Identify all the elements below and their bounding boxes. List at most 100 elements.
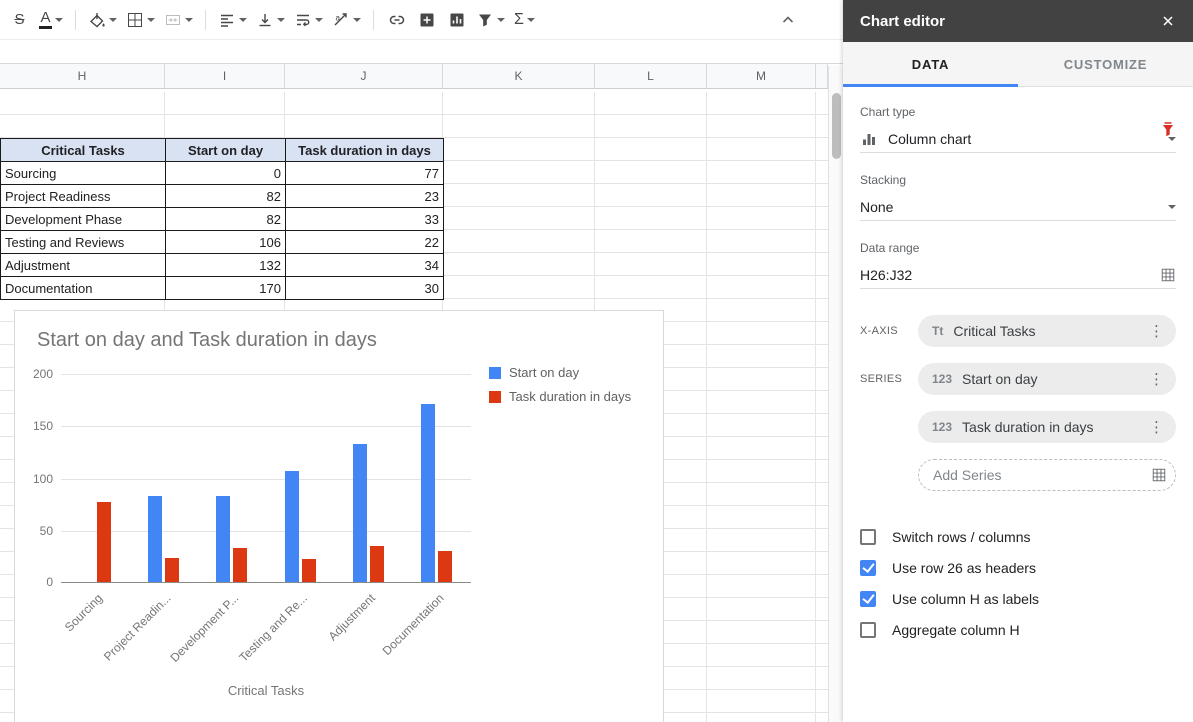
close-icon[interactable] [1160,13,1176,29]
x-axis-title: Critical Tasks [61,683,471,698]
chart-title: Start on day and Task duration in days [37,329,377,352]
collapse-toolbar-icon[interactable] [774,7,801,33]
checkbox[interactable] [860,622,876,638]
dropdown-caret [277,18,285,22]
embedded-chart[interactable]: Start on day and Task duration in days S… [14,310,664,722]
cell[interactable]: 77 [286,162,444,185]
y-tick-label: 0 [21,575,53,589]
dropdown-caret [55,18,63,22]
text-color-icon[interactable]: A [36,7,66,33]
checkbox-row[interactable]: Aggregate column H [860,614,1176,645]
bar-group [129,374,197,582]
column-header-H[interactable]: H [0,64,165,88]
chart-plot-area: 200150100500 [61,374,471,583]
column-header-I[interactable]: I [165,64,285,88]
series-section: SERIES123Start on day⋮ 123Task duration i… [843,363,1193,491]
dropdown-caret [109,18,117,22]
cell[interactable]: 23 [286,185,444,208]
bar [370,546,384,582]
x-axis-item[interactable]: Tt Critical Tasks ⋮ [918,315,1176,347]
cell[interactable]: 34 [286,254,444,277]
tab-data[interactable]: DATA [843,42,1018,86]
table-header-cell[interactable]: Critical Tasks [1,139,166,162]
bar [285,471,299,582]
red-funnel-icon[interactable] [1159,121,1177,139]
fill-color-icon[interactable] [85,7,120,33]
tab-customize[interactable]: CUSTOMIZE [1018,42,1193,86]
cell[interactable]: Adjustment [1,254,166,277]
dropdown-caret [353,18,361,22]
select-data-range-icon[interactable] [1160,267,1176,283]
strikethrough-icon[interactable]: S [6,7,33,33]
merge-cells-icon[interactable] [161,7,196,33]
chart-gridline [61,582,471,583]
x-tick-label: Adjustment [326,591,378,643]
checkbox[interactable] [860,591,876,607]
column-header-M[interactable]: M [707,64,816,88]
column-header-K[interactable]: K [443,64,595,88]
series-item[interactable]: 123Task duration in days⋮ [918,411,1176,443]
column-header-L[interactable]: L [595,64,707,88]
functions-icon[interactable]: Σ [511,7,538,33]
borders-icon[interactable] [123,7,158,33]
cell[interactable]: 82 [166,185,286,208]
series-menu-icon[interactable]: ⋮ [1145,418,1168,436]
series-item[interactable]: 123Start on day⋮ [918,363,1176,395]
insert-chart-icon[interactable] [443,7,470,33]
cell[interactable]: 0 [166,162,286,185]
column-header-J[interactable]: J [285,64,443,88]
cell[interactable]: Development Phase [1,208,166,231]
legend-label: Task duration in days [509,389,631,404]
data-range-field[interactable]: H26:J32 [860,261,1176,289]
series-menu-icon[interactable]: ⋮ [1145,370,1168,388]
legend-entry: Task duration in days [489,389,631,404]
cell[interactable]: 33 [286,208,444,231]
text-wrapping-icon[interactable] [291,7,326,33]
cell[interactable]: 22 [286,231,444,254]
cell[interactable]: Sourcing [1,162,166,185]
cell[interactable]: Documentation [1,277,166,300]
cell[interactable]: 132 [166,254,286,277]
sheet-grid[interactable]: Critical TasksStart on dayTask duration … [0,92,828,722]
table-header-cell[interactable]: Start on day [166,139,286,162]
toolbar-separator [373,10,374,30]
cell[interactable]: 106 [166,231,286,254]
table-header-cell[interactable]: Task duration in days [286,139,444,162]
cell[interactable]: 30 [286,277,444,300]
vertical-align-icon[interactable] [253,7,288,33]
checkbox[interactable] [860,560,876,576]
stacking-select[interactable]: None [860,193,1176,221]
dropdown-caret [315,18,323,22]
bar [302,559,316,582]
checkbox-row[interactable]: Use column H as labels [860,583,1176,614]
series-row: SERIES123Start on day⋮ [860,363,1176,395]
formula-bar-spacer [0,40,843,64]
dropdown-caret [239,18,247,22]
insert-link-icon[interactable] [383,7,410,33]
chart-type-select[interactable]: Column chart [860,125,1176,153]
series-value: Task duration in days [962,419,1145,435]
insert-comment-icon[interactable] [413,7,440,33]
sheet-area: SAaΣ HIJKLM Critical TasksStart on dayTa… [0,0,843,722]
checkbox-label: Use row 26 as headers [892,560,1036,576]
svg-text:a: a [336,13,341,22]
checkbox-row[interactable]: Switch rows / columns [860,521,1176,552]
cell[interactable]: Project Readiness [1,185,166,208]
scrollbar-thumb[interactable] [832,93,841,159]
x-axis-value: Critical Tasks [953,323,1145,339]
vertical-scrollbar[interactable] [828,66,843,722]
column-header[interactable] [816,64,828,88]
add-series-label: Add Series [933,467,1151,483]
add-series-button[interactable]: Add Series [918,459,1176,491]
x-axis-menu-icon[interactable]: ⋮ [1145,322,1168,340]
filter-icon[interactable] [473,7,508,33]
text-rotation-icon[interactable]: a [329,7,364,33]
cell[interactable]: Testing and Reviews [1,231,166,254]
cell[interactable]: 170 [166,277,286,300]
checkbox[interactable] [860,529,876,545]
cell[interactable]: 82 [166,208,286,231]
horizontal-align-icon[interactable] [215,7,250,33]
bar-group [61,374,129,582]
bar [148,496,162,582]
checkbox-row[interactable]: Use row 26 as headers [860,552,1176,583]
